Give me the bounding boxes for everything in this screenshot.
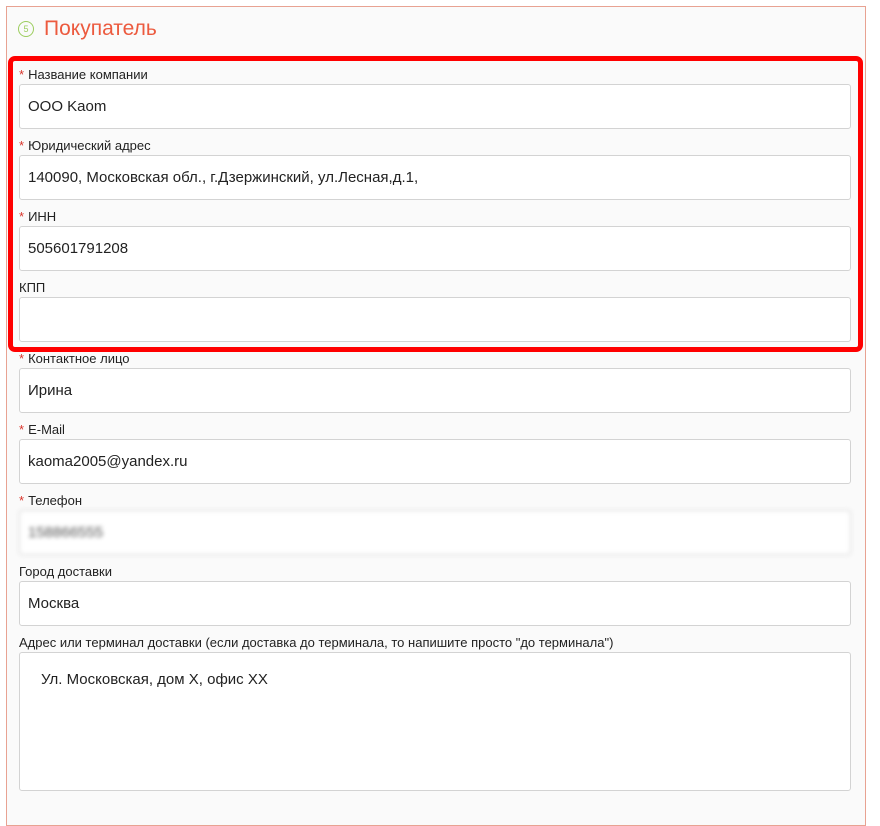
delivery-address-label-text: Адрес или терминал доставки (если достав… <box>19 635 614 650</box>
field-kpp: КПП <box>19 280 851 342</box>
contact-person-label: * Контактное лицо <box>19 351 851 367</box>
required-marker: * <box>19 422 25 437</box>
delivery-city-input[interactable]: Москва <box>19 581 851 626</box>
field-delivery-address: Адрес или терминал доставки (если достав… <box>19 635 851 791</box>
required-marker: * <box>19 138 25 153</box>
kpp-label: КПП <box>19 280 851 296</box>
inn-label: * ИНН <box>19 209 851 225</box>
section-title: Покупатель <box>44 17 157 40</box>
legal-address-label-text: Юридический адрес <box>28 138 151 153</box>
required-marker: * <box>19 493 25 508</box>
field-email: * E-Mail kaoma2005@yandex.ru <box>19 422 851 484</box>
phone-input[interactable]: 158866555 <box>19 510 851 555</box>
kpp-label-text: КПП <box>19 280 46 295</box>
email-label-text: E-Mail <box>28 422 65 437</box>
phone-label-text: Телефон <box>28 493 82 508</box>
delivery-address-label: Адрес или терминал доставки (если достав… <box>19 635 851 651</box>
field-company-name: * Название компании ООО Kaom <box>19 67 851 129</box>
contact-person-input[interactable]: Ирина <box>19 368 851 413</box>
kpp-input[interactable] <box>19 297 851 342</box>
required-marker: * <box>19 209 25 224</box>
legal-address-label: * Юридический адрес <box>19 138 851 154</box>
field-contact-person: * Контактное лицо Ирина <box>19 351 851 413</box>
step-number-badge: 5 <box>18 21 34 37</box>
section-header: 5 Покупатель <box>18 12 157 46</box>
field-phone: * Телефон 158866555 <box>19 493 851 555</box>
company-name-label-text: Название компании <box>28 67 148 82</box>
required-marker: * <box>19 351 25 366</box>
legal-address-input[interactable]: 140090, Московская обл., г.Дзержинский, … <box>19 155 851 200</box>
email-label: * E-Mail <box>19 422 851 438</box>
field-delivery-city: Город доставки Москва <box>19 564 851 626</box>
inn-input[interactable]: 505601791208 <box>19 226 851 271</box>
delivery-city-label: Город доставки <box>19 564 851 580</box>
delivery-address-textarea[interactable]: Ул. Московская, дом Х, офис ХХ <box>19 652 851 791</box>
field-legal-address: * Юридический адрес 140090, Московская об… <box>19 138 851 200</box>
company-name-input[interactable]: ООО Kaom <box>19 84 851 129</box>
field-inn: * ИНН 505601791208 <box>19 209 851 271</box>
company-name-label: * Название компании <box>19 67 851 83</box>
inn-label-text: ИНН <box>28 209 57 224</box>
phone-label: * Телефон <box>19 493 851 509</box>
delivery-city-label-text: Город доставки <box>19 564 112 579</box>
contact-person-label-text: Контактное лицо <box>28 351 130 366</box>
email-input[interactable]: kaoma2005@yandex.ru <box>19 439 851 484</box>
required-marker: * <box>19 67 25 82</box>
